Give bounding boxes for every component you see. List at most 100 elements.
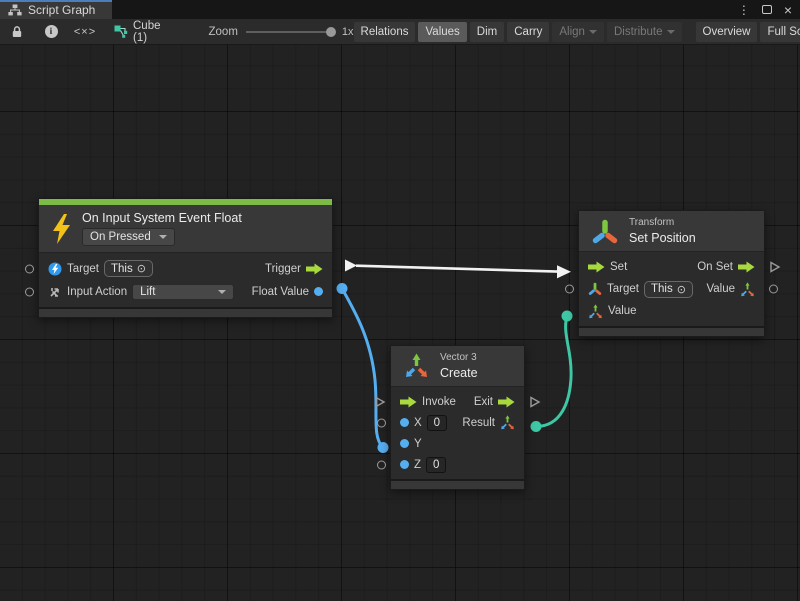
variables-button[interactable]: <×> (72, 22, 98, 42)
chevron-down-icon (218, 290, 226, 294)
script-graph-window: Script Graph ⋮ × i <×> (0, 0, 800, 601)
values-button[interactable]: Values (418, 22, 466, 42)
port-float-value-out[interactable] (337, 283, 348, 294)
node-footer (39, 307, 332, 317)
relations-button[interactable]: Relations (354, 22, 416, 42)
node-set-position[interactable]: Transform Set Position Set On Set (578, 210, 765, 337)
x-value-field[interactable]: 0 (427, 415, 447, 431)
tab-title: Script Graph (28, 3, 95, 17)
row-y: Y (391, 433, 524, 454)
lock-button[interactable] (4, 22, 30, 42)
node-title: Create (440, 366, 478, 380)
lock-icon (11, 25, 23, 38)
flow-arrow-icon (306, 263, 323, 275)
info-icon: i (45, 25, 58, 38)
row-target: Target This ⊙ Trigger (39, 257, 332, 280)
close-icon[interactable]: × (784, 3, 792, 17)
chevron-down-icon (589, 30, 597, 34)
row-value: Value (579, 300, 764, 322)
port-input-action-in[interactable] (25, 287, 34, 296)
graph-owner-icon (114, 25, 128, 38)
vector3-icon (403, 353, 430, 379)
zoom-label: Zoom (209, 26, 238, 38)
fullscreen-button[interactable]: Full Screen (760, 22, 800, 42)
port-z-in[interactable] (377, 460, 386, 469)
menu-icon[interactable]: ⋮ (738, 4, 750, 16)
zoom-slider-track (246, 31, 334, 33)
maximize-icon[interactable] (762, 5, 772, 14)
align-button[interactable]: Align (552, 22, 604, 42)
chevron-down-icon (667, 30, 675, 34)
flow-arrow-icon (588, 261, 605, 273)
node-vector3-create[interactable]: Vector 3 Create Invoke (390, 345, 525, 490)
z-value-field[interactable]: 0 (426, 457, 446, 473)
value-dot-icon (400, 418, 409, 427)
float-value-dot-icon (314, 287, 323, 296)
row-invoke: Invoke Exit (391, 391, 524, 412)
port-y-in[interactable] (378, 442, 389, 453)
graph-icon (8, 4, 22, 16)
target-this-field[interactable]: This ⊙ (644, 281, 693, 298)
node-header: On Input System Event Float On Pressed (39, 205, 332, 253)
distribute-button[interactable]: Distribute (607, 22, 682, 42)
graph-toolbar: i <×> Cube (1) Zoom 1x Relations (0, 19, 800, 45)
port-value-out[interactable] (769, 285, 778, 294)
vector3-icon (740, 282, 755, 297)
node-footer (391, 479, 524, 489)
node-title: Set Position (629, 231, 696, 245)
input-action-dropdown[interactable]: Lift (132, 284, 234, 300)
port-on-set-out[interactable] (769, 261, 781, 273)
vector3-icon (588, 304, 603, 319)
value-dot-icon (400, 439, 409, 448)
input-system-icon (48, 262, 62, 276)
target-this-field[interactable]: This ⊙ (104, 260, 153, 277)
graph-breadcrumb[interactable]: Cube (1) (106, 20, 169, 44)
overview-button[interactable]: Overview (696, 22, 758, 42)
port-invoke-in[interactable] (374, 396, 386, 408)
transform-gizmo-icon (588, 282, 602, 296)
chevron-down-icon (159, 235, 167, 239)
graph-canvas[interactable]: On Input System Event Float On Pressed T… (0, 45, 800, 601)
tab-bar: Script Graph ⋮ × (0, 0, 800, 19)
value-dot-icon (400, 460, 409, 469)
wire-floatvalue-to-y[interactable] (337, 283, 389, 453)
row-input-action: Input Action Lift Float Value (39, 280, 332, 303)
wire-trigger-to-set[interactable] (345, 260, 571, 279)
variables-icon: <×> (60, 26, 110, 38)
node-header: Vector 3 Create (391, 346, 524, 387)
zoom-slider-handle[interactable] (326, 27, 336, 37)
zoom-slider[interactable] (246, 26, 334, 38)
flow-arrow-icon (400, 396, 417, 408)
port-target-in[interactable] (25, 264, 34, 273)
target-picker-icon[interactable]: ⊙ (137, 262, 146, 275)
view-toggle-buttons: Relations Values Dim Carry Align Distrib… (354, 22, 800, 42)
row-target: Target This ⊙ Value (579, 278, 764, 300)
node-category: Transform (629, 217, 696, 228)
vector3-icon (500, 415, 515, 430)
node-footer (579, 326, 764, 336)
node-title: On Input System Event Float (82, 211, 242, 225)
node-category: Vector 3 (440, 352, 478, 363)
zoom-value: 1x (342, 26, 354, 38)
row-x: X 0 Result (391, 412, 524, 433)
port-transform-target-in[interactable] (565, 285, 574, 294)
target-picker-icon[interactable]: ⊙ (677, 283, 686, 296)
node-on-input-system-event-float[interactable]: On Input System Event Float On Pressed T… (38, 198, 333, 318)
row-set: Set On Set (579, 256, 764, 278)
port-value-in[interactable] (562, 311, 573, 322)
window-controls: ⋮ × (738, 0, 800, 19)
dim-button[interactable]: Dim (470, 22, 504, 42)
row-z: Z 0 (391, 454, 524, 475)
input-action-icon (48, 285, 62, 299)
carry-button[interactable]: Carry (507, 22, 549, 42)
wire-result-to-value[interactable] (531, 311, 573, 433)
flow-arrow-icon (738, 261, 755, 273)
transform-gizmo-icon (591, 218, 619, 245)
node-header: Transform Set Position (579, 211, 764, 252)
port-x-in[interactable] (377, 418, 386, 427)
zoom-control: Zoom 1x (209, 26, 354, 38)
port-exit-out[interactable] (529, 396, 541, 408)
port-result-out[interactable] (531, 421, 542, 432)
event-mode-dropdown[interactable]: On Pressed (82, 228, 175, 246)
tab-script-graph[interactable]: Script Graph (0, 0, 112, 19)
